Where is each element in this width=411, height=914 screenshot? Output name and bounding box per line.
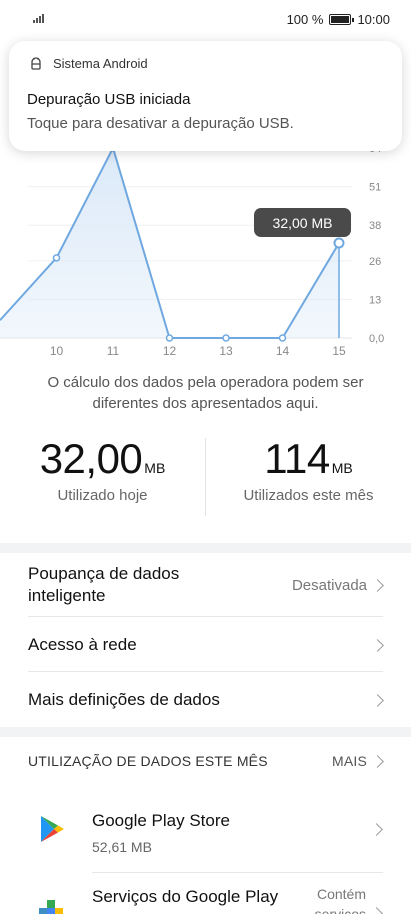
data-point [52, 254, 61, 262]
chevron-right-icon [371, 754, 384, 768]
chevron-right-icon [371, 693, 384, 707]
notification-title: Depuração USB iniciada [27, 91, 191, 108]
status-right: 100 % 10:00 [287, 12, 390, 27]
network-access-label: Acesso à rede [28, 635, 137, 654]
notification-text: Toque para desativar a depuração USB. [27, 115, 294, 132]
x-tick-label: 12 [163, 344, 177, 358]
tooltip-text: 32,00 MB [273, 215, 333, 231]
data-point [222, 334, 230, 342]
clock: 10:00 [357, 12, 390, 27]
app-name: Google Play Store [92, 811, 230, 830]
stat-today: 32,00 MB Utilizado hoje [0, 435, 205, 504]
notification-app-header: Sistema Android [29, 56, 148, 71]
usage-stats: 32,00 MB Utilizado hoje 114 MB Utilizados … [0, 435, 411, 520]
app-chevron [370, 823, 383, 836]
app-right: Contém serviços [304, 884, 383, 914]
today-label: Utilizado hoje [57, 487, 148, 504]
chevron-right-icon [370, 823, 383, 836]
section-gap [0, 543, 411, 553]
operator-note: O cálculo dos dados pela operadora podem… [47, 374, 364, 412]
more-data-settings-label: Mais definições de dados [28, 690, 220, 709]
month-value: 114 [264, 435, 330, 482]
data-point [278, 334, 287, 342]
row-divider [28, 671, 383, 672]
section-gap [0, 727, 411, 737]
usb-debug-notification[interactable]: Sistema Android Depuração USB iniciada T… [9, 41, 402, 151]
smart-data-saver-value: Desativada [292, 577, 384, 594]
today-unit: MB [144, 460, 166, 476]
x-tick-label: 10 [50, 344, 64, 358]
more-data-settings-chevron [371, 693, 384, 707]
stat-month: 114 MB Utilizados este mês [206, 435, 411, 504]
chevron-right-icon [370, 906, 383, 914]
data-point [333, 237, 345, 249]
chevron-right-icon [371, 638, 384, 652]
y-tick-label: 51 [369, 182, 381, 194]
network-access-row[interactable]: Acesso à rede [28, 630, 384, 660]
smart-data-saver-row[interactable]: Poupança de dados inteligente Desativada [28, 563, 384, 607]
app-row-play-services[interactable]: Serviços do Google Play Contém serviços [0, 876, 411, 914]
smart-data-saver-status: Desativada [291, 576, 367, 594]
data-point [165, 334, 174, 342]
x-tick-label: 11 [107, 344, 120, 358]
android-icon [31, 56, 41, 70]
x-tick-label: 13 [219, 344, 233, 358]
y-tick-label: 38 [369, 220, 381, 232]
row-divider [92, 872, 383, 873]
more-data-settings-row[interactable]: Mais definições de dados [28, 685, 384, 715]
usage-section-title: UTILIZAÇÃO DE DADOS ESTE MÊS [28, 753, 268, 769]
app-row-play-store[interactable]: Google Play Store 52,61 MB [0, 795, 411, 865]
y-tick-label: 0,0 [369, 333, 384, 345]
x-tick-label: 15 [332, 344, 346, 358]
signal-icon [33, 14, 44, 23]
x-tick-label: 14 [276, 344, 290, 358]
notification-app-name: Sistema Android [53, 56, 148, 71]
app-name: Serviços do Google Play [92, 887, 279, 906]
app-right-text: Contém serviços [314, 886, 366, 914]
area-fill [0, 148, 339, 338]
screen: 100 % 10:00 Sistema Android Depuração US… [0, 0, 411, 914]
play-services-icon [39, 900, 63, 914]
usage-section-header: UTILIZAÇÃO DE DADOS ESTE MÊS MAIS [28, 753, 384, 769]
chevron-right-icon [371, 578, 384, 592]
app-usage: 52,61 MB [92, 839, 152, 855]
y-tick-label: 13 [369, 294, 381, 306]
month-unit: MB [331, 460, 353, 476]
battery-percent: 100 % [286, 12, 324, 27]
data-usage-chart: 64513826130,010111213141532,00 MB [0, 143, 384, 358]
play-store-icon [41, 816, 64, 842]
y-tick-label: 26 [369, 256, 381, 268]
battery-icon [329, 14, 355, 25]
more-label: MAIS [331, 753, 367, 769]
row-divider [28, 616, 383, 617]
month-label: Utilizados este mês [243, 487, 374, 504]
network-access-chevron [371, 638, 384, 652]
more-button[interactable]: MAIS [332, 753, 384, 769]
status-bar: 100 % 10:00 [0, 0, 411, 38]
smart-data-saver-label: Poupança de dados inteligente [28, 564, 180, 605]
today-value: 32,00 [39, 435, 143, 482]
